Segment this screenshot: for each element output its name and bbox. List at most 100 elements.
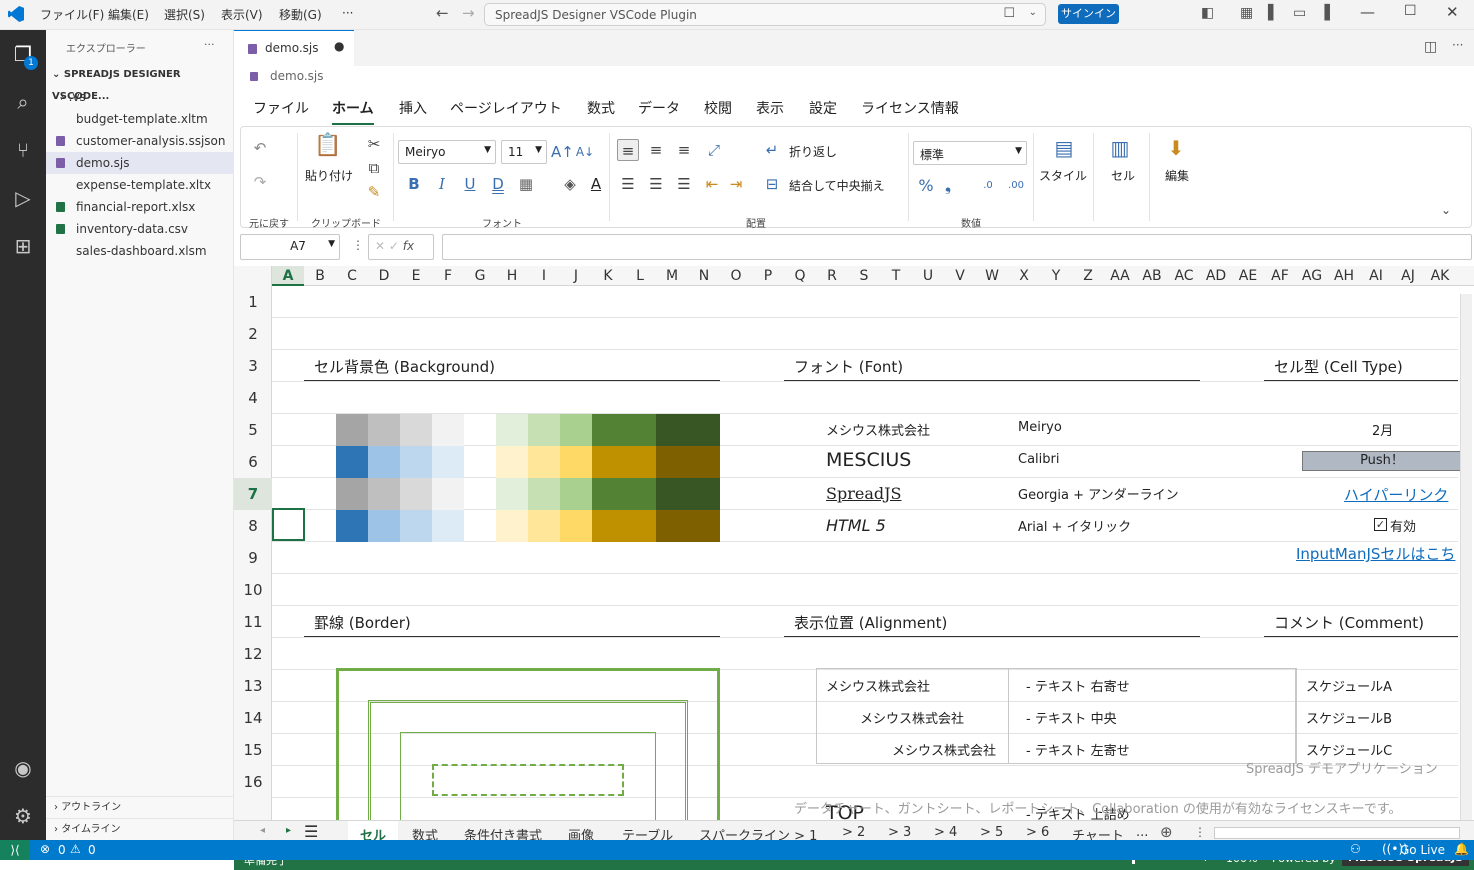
inputman-link[interactable]: InputManJSセルはこち [1296, 543, 1455, 564]
column-header[interactable]: P [752, 266, 784, 286]
row-header[interactable]: 7 [234, 478, 272, 510]
go-live-button[interactable]: Go Live [1400, 843, 1445, 857]
sheet-list-icon[interactable]: ☰ [304, 822, 318, 841]
row-header[interactable]: 10 [234, 574, 272, 606]
timeline-section[interactable]: › タイムライン [46, 818, 234, 840]
ribbon-tab-settings[interactable]: 設定 [809, 98, 837, 118]
formula-more-icon[interactable]: ⋮ [352, 238, 364, 252]
redo-icon[interactable]: ↷ [249, 171, 271, 193]
font-size-select[interactable]: 11 ▼ [501, 140, 547, 164]
color-swatch[interactable] [432, 478, 464, 510]
color-swatch[interactable] [560, 478, 592, 510]
color-swatch[interactable] [336, 446, 368, 478]
style-icon[interactable]: ▤ [1051, 137, 1077, 163]
color-swatch[interactable] [368, 446, 400, 478]
ribbon-tab-view[interactable]: 表示 [756, 98, 784, 118]
copilot-icon[interactable]: ☐ [1003, 6, 1015, 21]
color-swatch[interactable] [368, 478, 400, 510]
collapse-ribbon-icon[interactable]: ⌄ [1441, 203, 1451, 217]
row-header[interactable]: 14 [234, 702, 272, 734]
minimize-icon[interactable]: — [1360, 3, 1375, 21]
align-center-icon[interactable]: ☰ [645, 173, 667, 195]
orientation-icon[interactable]: ⤢ [703, 139, 725, 161]
column-header[interactable]: T [880, 266, 912, 286]
color-swatch[interactable] [496, 510, 528, 542]
align-middle-icon[interactable]: ≡ [645, 139, 667, 161]
explorer-root-folder[interactable]: ⌄ SPREADJS DESIGNER VSCODE... [46, 64, 234, 102]
ribbon-tab-formulas[interactable]: 数式 [587, 98, 615, 118]
color-swatch[interactable] [336, 478, 368, 510]
underline-icon[interactable]: U [459, 173, 481, 195]
color-swatch[interactable] [656, 414, 720, 446]
menu-file[interactable]: ファイル(F) [40, 6, 104, 23]
color-swatch[interactable] [336, 414, 368, 446]
ribbon-tab-review[interactable]: 校閲 [704, 98, 732, 118]
cut-icon[interactable]: ✂ [363, 133, 385, 155]
column-header[interactable]: R [816, 266, 848, 286]
color-swatch[interactable] [496, 414, 528, 446]
bold-icon[interactable]: B [403, 173, 425, 195]
chevron-down-icon[interactable]: ⌄ [1029, 7, 1037, 18]
extension-icon[interactable]: ◧ [1201, 5, 1214, 21]
explorer-more-button[interactable]: ··· [204, 38, 215, 51]
decrease-decimal-icon[interactable]: .00 [1005, 175, 1027, 197]
color-swatch[interactable] [400, 510, 432, 542]
column-header[interactable]: E [400, 266, 432, 286]
color-swatch[interactable] [656, 478, 720, 510]
increase-decimal-icon[interactable]: .0 [977, 175, 999, 197]
paste-button[interactable]: 貼り付け [305, 167, 353, 184]
gear-icon[interactable]: ⚙ [9, 802, 37, 830]
color-swatch[interactable] [400, 478, 432, 510]
menu-view[interactable]: 表示(V) [221, 6, 263, 23]
row-header[interactable]: 9 [234, 542, 272, 574]
next-sheet-icon[interactable]: ▸ [286, 825, 291, 836]
close-icon[interactable]: ✕ [1446, 3, 1459, 21]
column-header[interactable]: D [368, 266, 400, 286]
row-header[interactable]: 11 [234, 606, 272, 638]
copy-icon[interactable]: ⧉ [363, 157, 385, 179]
sheet-options-icon[interactable]: ⋮ [1194, 825, 1206, 839]
ribbon-tab-page-layout[interactable]: ページレイアウト [450, 98, 562, 118]
wrap-text-icon[interactable]: ↵ [761, 139, 783, 161]
color-swatch[interactable] [592, 510, 656, 542]
style-button[interactable]: スタイル [1039, 167, 1087, 184]
color-swatch[interactable] [432, 414, 464, 446]
copilot-status-icon[interactable]: ⚇ [1350, 842, 1361, 856]
column-header[interactable]: Y [1040, 266, 1072, 286]
ribbon-tab-data[interactable]: データ [638, 98, 680, 118]
breadcrumb[interactable]: demo.sjs [234, 66, 1474, 88]
column-header[interactable]: V [944, 266, 976, 286]
wrap-text-button[interactable]: 折り返し [789, 143, 837, 160]
tree-item-customer[interactable]: customer-analysis.ssjson [46, 130, 234, 152]
merge-center-button[interactable]: 結合して中央揃え [789, 177, 885, 194]
column-header[interactable]: C [336, 266, 368, 286]
align-top-icon[interactable]: ≡ [617, 139, 639, 161]
double-underline-icon[interactable]: D [487, 173, 509, 195]
unsaved-dot-icon[interactable]: ● [334, 39, 344, 53]
column-header[interactable]: J [560, 266, 592, 286]
menu-more[interactable]: ··· [342, 6, 353, 20]
edit-icon[interactable]: ⬇ [1163, 137, 1189, 163]
column-header[interactable]: G [464, 266, 496, 286]
increase-indent-icon[interactable]: ⇥ [725, 173, 747, 195]
tree-item-budget[interactable]: budget-template.xltm [46, 108, 234, 130]
color-swatch[interactable] [592, 446, 656, 478]
row-header[interactable]: 6 [234, 446, 272, 478]
column-header[interactable]: AH [1328, 266, 1360, 286]
menu-selection[interactable]: 選択(S) [164, 6, 205, 23]
ribbon-tab-insert[interactable]: 挿入 [399, 98, 427, 118]
undo-icon[interactable]: ↶ [249, 137, 271, 159]
merge-center-icon[interactable]: ⊟ [761, 173, 783, 195]
color-swatch[interactable] [528, 446, 560, 478]
horizontal-scrollbar[interactable] [1214, 827, 1460, 839]
color-swatch[interactable] [528, 478, 560, 510]
add-sheet-icon[interactable]: ⊕ [1160, 823, 1173, 841]
prev-sheet-icon[interactable]: ◂ [260, 825, 265, 836]
column-header[interactable]: AK [1424, 266, 1456, 286]
color-swatch[interactable] [432, 510, 464, 542]
vertical-scrollbar[interactable] [1460, 294, 1472, 820]
tree-item-sales[interactable]: sales-dashboard.xlsm [46, 240, 234, 262]
toggle-panel-icon[interactable]: ▭ [1293, 5, 1306, 21]
spreadsheet-grid[interactable]: A B C D E F G H I J K L M N O P Q R S T … [234, 266, 1474, 820]
warning-icon[interactable]: ⚠ [70, 842, 81, 856]
